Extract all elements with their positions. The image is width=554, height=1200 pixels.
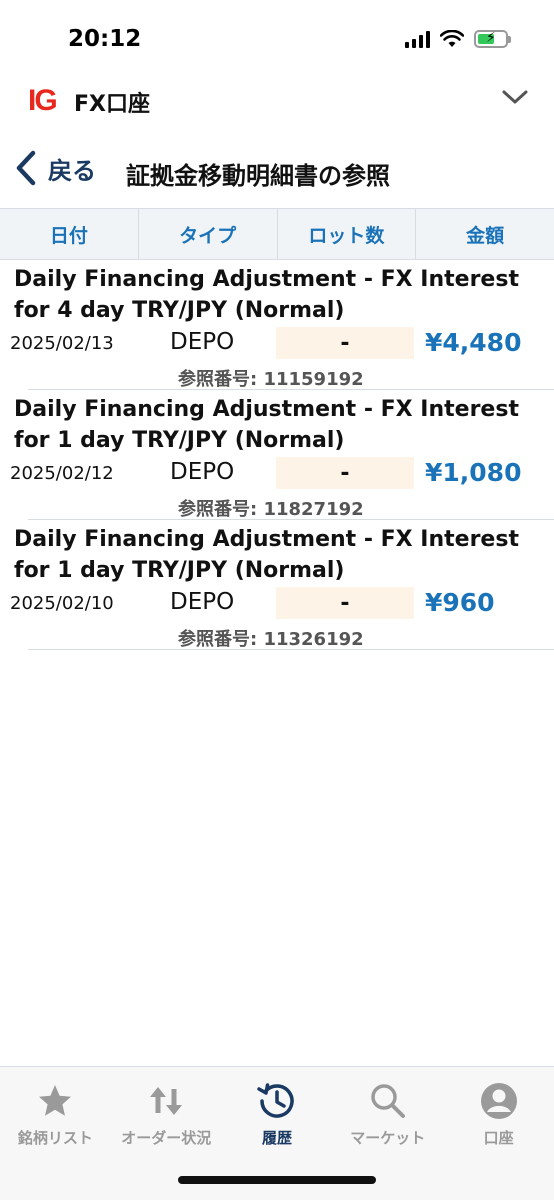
charging-bolt-icon: ⚡ [486, 30, 496, 46]
tab-label: 口座 [483, 1129, 514, 1147]
row-description: Daily Financing Adjustment - FX Interest… [14, 397, 519, 453]
search-icon [371, 1084, 405, 1118]
statement-list: Daily Financing Adjustment - FX Interest… [0, 260, 554, 650]
row-amount: ¥4,480 [425, 328, 522, 357]
table-row[interactable]: Daily Financing Adjustment - FX Interest… [0, 390, 554, 520]
status-bar: 20:12 ⚡ [0, 0, 554, 80]
nav-header: 戻る 証拠金移動明細書の参照 [0, 140, 554, 200]
ig-logo: IG [28, 84, 58, 117]
status-icons: ⚡ [405, 30, 511, 48]
column-header-amount[interactable]: 金額 [416, 209, 554, 259]
row-reference: 参照番号: 11159192 [178, 369, 364, 390]
tab-label: マーケット [350, 1129, 426, 1147]
up-down-arrows-icon [150, 1087, 183, 1115]
account-selector[interactable]: IG FX口座 [0, 80, 554, 120]
table-row[interactable]: Daily Financing Adjustment - FX Interest… [0, 260, 554, 390]
row-divider [28, 649, 554, 650]
row-description: Daily Financing Adjustment - FX Interest… [14, 527, 519, 583]
row-date: 2025/02/13 [10, 333, 114, 354]
row-type: DEPO [170, 459, 235, 485]
row-type: DEPO [170, 589, 235, 615]
row-reference: 参照番号: 11326192 [178, 629, 364, 650]
chevron-down-icon[interactable] [500, 82, 530, 112]
star-icon [39, 1085, 72, 1116]
row-amount: ¥960 [425, 588, 495, 617]
chevron-left-icon [16, 150, 36, 186]
tab-account[interactable]: 口座 [443, 1067, 554, 1200]
row-date: 2025/02/12 [10, 463, 114, 484]
column-header-type[interactable]: タイプ [139, 209, 278, 259]
back-button[interactable]: 戻る [14, 150, 96, 186]
row-amount: ¥1,080 [425, 458, 522, 487]
status-time: 20:12 [68, 26, 142, 52]
account-title: FX口座 [74, 92, 150, 117]
column-header-date[interactable]: 日付 [0, 209, 139, 259]
history-clock-icon [257, 1083, 294, 1118]
tab-watchlist[interactable]: 銘柄リスト [0, 1067, 111, 1200]
table-row[interactable]: Daily Financing Adjustment - FX Interest… [0, 520, 554, 650]
table-header: 日付 タイプ ロット数 金額 [0, 208, 554, 260]
cellular-signal-icon [405, 30, 430, 48]
wifi-icon [440, 30, 464, 47]
column-header-lots[interactable]: ロット数 [278, 209, 417, 259]
battery-icon: ⚡ [474, 30, 511, 48]
row-lot: - [276, 327, 414, 359]
account-user-icon [480, 1083, 517, 1119]
tab-label: 履歴 [261, 1129, 292, 1147]
row-lot: - [276, 587, 414, 619]
home-indicator [178, 1176, 376, 1184]
row-description: Daily Financing Adjustment - FX Interest… [14, 267, 519, 323]
page-title: 証拠金移動明細書の参照 [126, 162, 390, 190]
tab-label: 銘柄リスト [17, 1129, 93, 1147]
tab-label: オーダー状況 [121, 1129, 212, 1147]
row-lot: - [276, 457, 414, 489]
back-label: 戻る [48, 156, 96, 185]
row-reference: 参照番号: 11827192 [178, 499, 364, 520]
row-type: DEPO [170, 329, 235, 355]
row-date: 2025/02/10 [10, 593, 114, 614]
